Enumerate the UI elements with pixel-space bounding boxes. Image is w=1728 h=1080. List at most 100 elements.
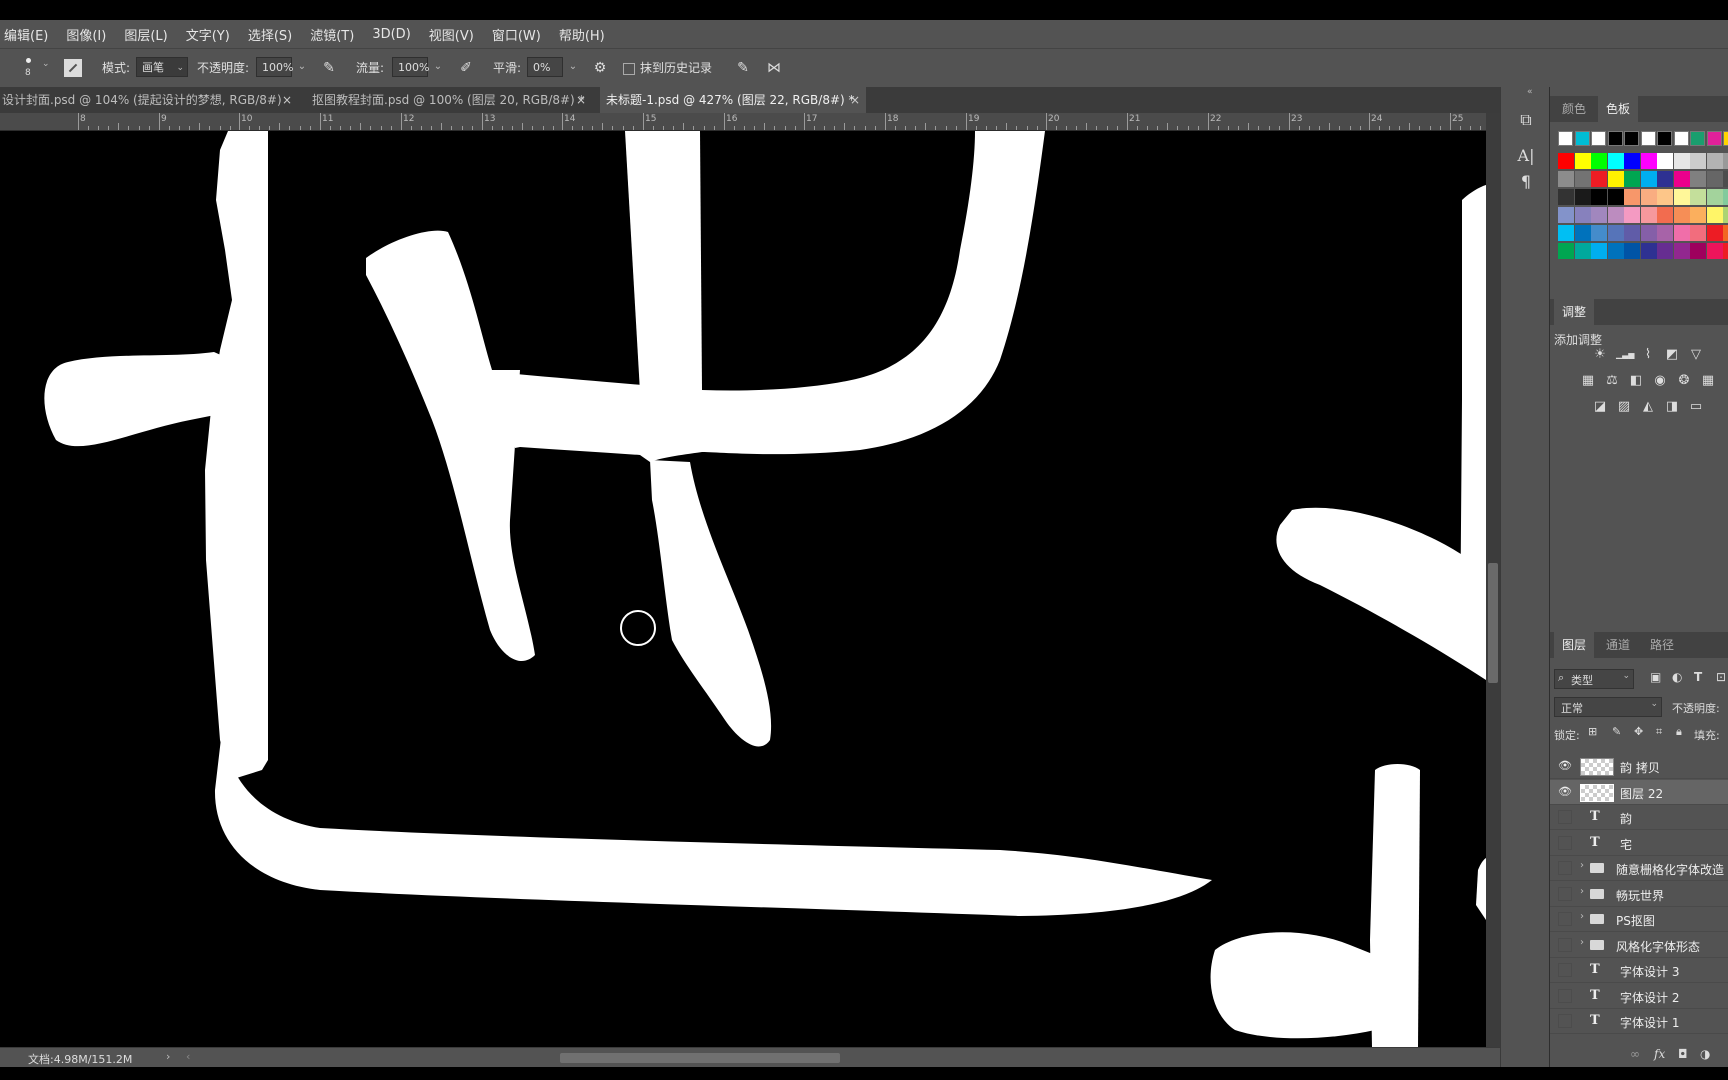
exposure-icon[interactable]: ◩ bbox=[1664, 347, 1680, 363]
pressure-opacity-icon[interactable]: ✎ bbox=[319, 58, 339, 78]
close-icon[interactable]: × bbox=[282, 87, 292, 113]
layer-row[interactable]: T韵 bbox=[1550, 805, 1728, 830]
color-swatch[interactable] bbox=[1607, 153, 1624, 169]
layer-row[interactable]: T 字体设计 3 bbox=[1550, 958, 1728, 983]
color-swatch[interactable] bbox=[1723, 189, 1728, 205]
layer-row[interactable]: T 字体设计 2 bbox=[1550, 984, 1728, 1009]
tab-layers[interactable]: 图层 bbox=[1554, 632, 1595, 658]
vibrance-icon[interactable]: ▽ bbox=[1688, 347, 1704, 363]
channel-mixer-icon[interactable]: ❂ bbox=[1676, 373, 1692, 389]
eye-icon[interactable] bbox=[1558, 1014, 1572, 1028]
color-swatch[interactable] bbox=[1673, 207, 1690, 223]
color-swatch[interactable] bbox=[1574, 153, 1591, 169]
tab-paths[interactable]: 路径 bbox=[1642, 632, 1682, 658]
color-swatch[interactable] bbox=[1624, 243, 1640, 259]
color-swatch[interactable] bbox=[1690, 131, 1705, 146]
color-swatch[interactable] bbox=[1591, 171, 1607, 187]
layer-row[interactable]: T 字体设计 1 bbox=[1550, 1009, 1728, 1034]
fx-icon[interactable]: fx bbox=[1654, 1047, 1665, 1061]
lock-paint-icon[interactable]: ✎ bbox=[1612, 725, 1621, 738]
layer-row[interactable]: › 风格化字体形态 bbox=[1550, 933, 1728, 958]
color-swatch[interactable] bbox=[1690, 243, 1706, 259]
eye-icon[interactable] bbox=[1558, 835, 1572, 850]
color-swatch[interactable] bbox=[1657, 225, 1673, 241]
color-swatch[interactable] bbox=[1673, 189, 1690, 205]
blend-mode-select[interactable]: 正常 ⌄ bbox=[1554, 697, 1662, 717]
chevron-right-icon[interactable]: › bbox=[1580, 886, 1584, 897]
opacity-dropdown[interactable]: ⌄ bbox=[294, 57, 310, 77]
color-swatch[interactable] bbox=[1574, 131, 1590, 146]
invert-icon[interactable]: ◪ bbox=[1592, 399, 1608, 415]
filter-shape-icon[interactable]: ⊡ bbox=[1716, 670, 1726, 684]
color-swatch[interactable] bbox=[1558, 225, 1574, 241]
color-swatch[interactable] bbox=[1607, 131, 1623, 146]
color-balance-icon[interactable]: ⚖ bbox=[1604, 373, 1620, 389]
lock-artboard-icon[interactable]: ⌗ bbox=[1656, 725, 1662, 739]
mask-icon[interactable]: ◘ bbox=[1678, 1047, 1688, 1061]
eye-icon[interactable] bbox=[1558, 886, 1572, 901]
color-swatch[interactable] bbox=[1640, 243, 1657, 259]
layer-row[interactable]: › PS抠图 bbox=[1550, 907, 1728, 932]
levels-icon[interactable]: ▁▃▅ bbox=[1616, 347, 1634, 363]
hue-saturation-icon[interactable]: ▦ bbox=[1580, 373, 1596, 389]
close-icon[interactable]: × bbox=[850, 87, 860, 113]
color-swatch[interactable] bbox=[1607, 243, 1624, 259]
color-swatch[interactable] bbox=[1673, 225, 1690, 241]
eye-icon[interactable] bbox=[1558, 810, 1572, 824]
color-swatch[interactable] bbox=[1723, 243, 1728, 259]
layer-row[interactable]: 👁︎ 图层 22 bbox=[1550, 779, 1728, 805]
layer-filter-select[interactable]: ⌕ 类型 ⌄ bbox=[1554, 669, 1634, 689]
color-swatch[interactable] bbox=[1657, 171, 1673, 187]
menu-select[interactable]: 选择(S) bbox=[248, 25, 292, 44]
menu-image[interactable]: 图像(I) bbox=[66, 25, 106, 44]
mode-select[interactable]: 画笔 ⌄ bbox=[136, 57, 188, 77]
lock-transparent-icon[interactable]: ⊞ bbox=[1588, 725, 1597, 738]
eye-icon[interactable] bbox=[1558, 861, 1572, 875]
color-swatch[interactable] bbox=[1657, 189, 1673, 205]
color-swatch[interactable] bbox=[1640, 189, 1657, 205]
color-swatch[interactable] bbox=[1574, 207, 1591, 223]
color-swatch[interactable] bbox=[1624, 171, 1640, 187]
tab-swatches[interactable]: 色板 bbox=[1598, 96, 1639, 122]
menu-3d[interactable]: 3D(D) bbox=[372, 27, 410, 42]
color-swatch[interactable] bbox=[1640, 171, 1657, 187]
color-swatch[interactable] bbox=[1657, 207, 1673, 223]
color-swatch[interactable] bbox=[1624, 131, 1639, 146]
color-swatch[interactable] bbox=[1706, 189, 1723, 205]
history-checkbox[interactable] bbox=[623, 63, 635, 75]
scrollbar-thumb[interactable] bbox=[1488, 563, 1498, 683]
filter-type-icon[interactable]: T bbox=[1694, 670, 1702, 684]
color-swatch[interactable] bbox=[1673, 243, 1690, 259]
color-swatch[interactable] bbox=[1607, 225, 1624, 241]
character-panel-icon[interactable]: A| bbox=[1515, 145, 1537, 167]
photo-filter-icon[interactable]: ◉ bbox=[1652, 373, 1668, 389]
pressure-size-icon[interactable]: ✎ bbox=[733, 58, 753, 78]
adjustment-layer-icon[interactable]: ◑ bbox=[1700, 1047, 1710, 1061]
menu-edit[interactable]: 编辑(E) bbox=[4, 25, 48, 44]
history-panel-icon[interactable]: ⧉ bbox=[1515, 109, 1537, 131]
lock-move-icon[interactable]: ✥ bbox=[1634, 725, 1643, 738]
chevron-right-icon[interactable]: › bbox=[1580, 937, 1584, 948]
eye-icon[interactable] bbox=[1558, 988, 1572, 1003]
chevron-right-icon[interactable]: › bbox=[1580, 860, 1584, 871]
layer-row[interactable]: T宅 bbox=[1550, 831, 1728, 856]
color-swatch[interactable] bbox=[1690, 171, 1706, 187]
brush-preset-picker[interactable]: 8 ⌄ bbox=[18, 53, 54, 83]
color-swatch[interactable] bbox=[1723, 131, 1728, 146]
color-swatch[interactable] bbox=[1558, 153, 1574, 169]
filter-adjustment-icon[interactable]: ◐ bbox=[1672, 670, 1682, 684]
color-swatch[interactable] bbox=[1640, 153, 1657, 169]
airbrush-icon[interactable]: ✐ bbox=[456, 58, 476, 78]
color-swatch[interactable] bbox=[1640, 131, 1656, 146]
color-swatch[interactable] bbox=[1591, 243, 1607, 259]
color-swatch[interactable] bbox=[1723, 207, 1728, 223]
filter-pixel-icon[interactable]: ▣ bbox=[1650, 670, 1661, 684]
color-swatch[interactable] bbox=[1706, 243, 1723, 259]
color-swatch[interactable] bbox=[1574, 225, 1591, 241]
color-swatch[interactable] bbox=[1558, 171, 1574, 187]
color-swatch[interactable] bbox=[1607, 207, 1624, 223]
color-swatch[interactable] bbox=[1723, 153, 1728, 169]
color-swatch[interactable] bbox=[1591, 189, 1607, 205]
paragraph-panel-icon[interactable]: ¶ bbox=[1515, 171, 1537, 193]
color-swatch[interactable] bbox=[1673, 131, 1689, 146]
